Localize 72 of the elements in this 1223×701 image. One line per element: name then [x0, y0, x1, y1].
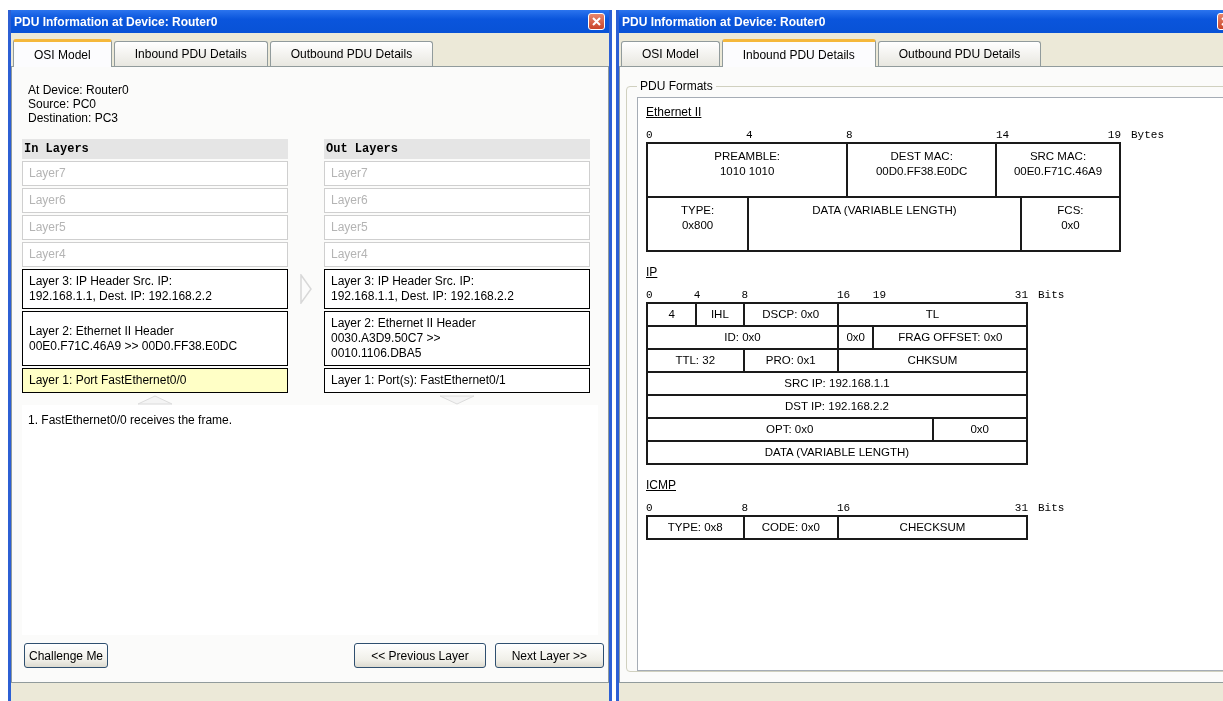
tick-label: 14: [996, 128, 1010, 142]
tick-label: 0: [646, 288, 653, 302]
unit-label: Bits: [1038, 288, 1065, 302]
layer-item[interactable]: Layer 1: Port FastEthernet0/0: [22, 368, 288, 393]
tab[interactable]: OSI Model: [13, 39, 112, 67]
tick-label: 19: [1107, 128, 1121, 142]
layer-item[interactable]: Layer 2: Ethernet II Header 0030.A3D9.50C7 >> 0010.1106.DBA5: [324, 311, 590, 366]
tab[interactable]: Outbound PDU Details: [877, 41, 1042, 66]
header-field: DATA (VARIABLE LENGTH): [648, 442, 1026, 463]
chevron-right-icon: [300, 274, 312, 304]
header-field: CHKSUM: [837, 350, 1026, 371]
tick-label: 4: [746, 128, 753, 142]
header-field: TYPE: 0x8: [648, 517, 743, 538]
header-field: PREAMBLE: 1010 1010: [648, 144, 847, 196]
layer-item[interactable]: Layer 3: IP Header Src. IP: 192.168.1.1, Dest. IP: 192.168.2.2: [22, 269, 288, 309]
layer-item[interactable]: Layer 2: Ethernet II Header 00E0.F71C.46A9 >> 00D0.FF38.E0DC: [22, 311, 288, 366]
close-icon: [591, 16, 602, 27]
section-heading: ICMP: [646, 477, 676, 493]
header-field: SRC MAC: 00E0.F71C.46A9: [995, 144, 1119, 196]
column-heading: Out Layers: [324, 139, 590, 159]
tick-label: 0: [646, 128, 653, 142]
layer-item[interactable]: Layer 1: Port(s): FastEthernet0/1: [324, 368, 590, 393]
header-field: 0x0: [931, 419, 1026, 440]
tab[interactable]: Inbound PDU Details: [721, 39, 876, 67]
tab[interactable]: Inbound PDU Details: [113, 41, 268, 66]
tick-label: 0: [646, 501, 653, 515]
tick-label: 31: [1014, 288, 1028, 302]
header-field: IHL: [695, 304, 743, 325]
column-heading: In Layers: [22, 139, 288, 159]
info-text: At Device: Router0: [28, 83, 130, 97]
header-field: DATA (VARIABLE LENGTH): [747, 198, 1020, 250]
header-field: TYPE: 0x800: [648, 198, 748, 250]
header-field: PRO: 0x1: [742, 350, 837, 371]
group-title: PDU Formats: [639, 79, 714, 93]
info-text: Source: PC0: [28, 97, 98, 111]
window-title: PDU Information at Device: Router0: [622, 14, 826, 29]
tab[interactable]: Outbound PDU Details: [269, 41, 434, 66]
header-field: DSCP: 0x0: [742, 304, 837, 325]
tab[interactable]: OSI Model: [621, 41, 720, 66]
header-field: OPT: 0x0: [648, 419, 932, 440]
layer-item[interactable]: Layer 3: IP Header Src. IP: 192.168.1.1, Dest. IP: 192.168.2.2: [324, 269, 590, 309]
tick-label: 19: [872, 288, 886, 302]
tick-label: 4: [693, 288, 701, 302]
layer-nav-button[interactable]: Next Layer >>: [494, 643, 604, 668]
tick-label: 8: [741, 288, 749, 302]
unit-label: Bits: [1038, 501, 1065, 515]
tick-label: 8: [741, 501, 749, 515]
section-heading: Ethernet II: [646, 104, 702, 120]
header-field: TL: [837, 304, 1026, 325]
header-field: 4: [648, 304, 696, 325]
close-button[interactable]: [588, 13, 605, 30]
header-field: FCS: 0x0: [1019, 198, 1119, 250]
header-field: FRAG OFFSET: 0x0: [872, 327, 1026, 348]
challenge-button[interactable]: Challenge Me: [24, 643, 109, 668]
tick-label: 16: [837, 288, 851, 302]
unit-label: Bytes: [1131, 128, 1164, 142]
header-field: 0x0: [837, 327, 873, 348]
description-text: 1. FastEthernet0/0 receives the frame.: [28, 413, 233, 427]
section-heading: IP: [646, 264, 658, 280]
window-title: PDU Information at Device: Router0: [14, 14, 218, 29]
header-field: CODE: 0x0: [742, 517, 837, 538]
info-text: Destination: PC3: [28, 111, 120, 125]
header-field: CHECKSUM: [837, 517, 1026, 538]
layer-nav-button[interactable]: << Previous Layer: [354, 643, 486, 668]
tick-label: 8: [846, 128, 853, 142]
tick-label: 31: [1014, 501, 1028, 515]
header-field: ID: 0x0: [648, 327, 837, 348]
header-field: DST IP: 192.168.2.2: [648, 396, 1026, 417]
header-field: DEST MAC: 00D0.FF38.E0DC: [846, 144, 996, 196]
header-field: TTL: 32: [648, 350, 743, 371]
tick-label: 16: [837, 501, 851, 515]
header-field: SRC IP: 192.168.1.1: [648, 373, 1026, 394]
